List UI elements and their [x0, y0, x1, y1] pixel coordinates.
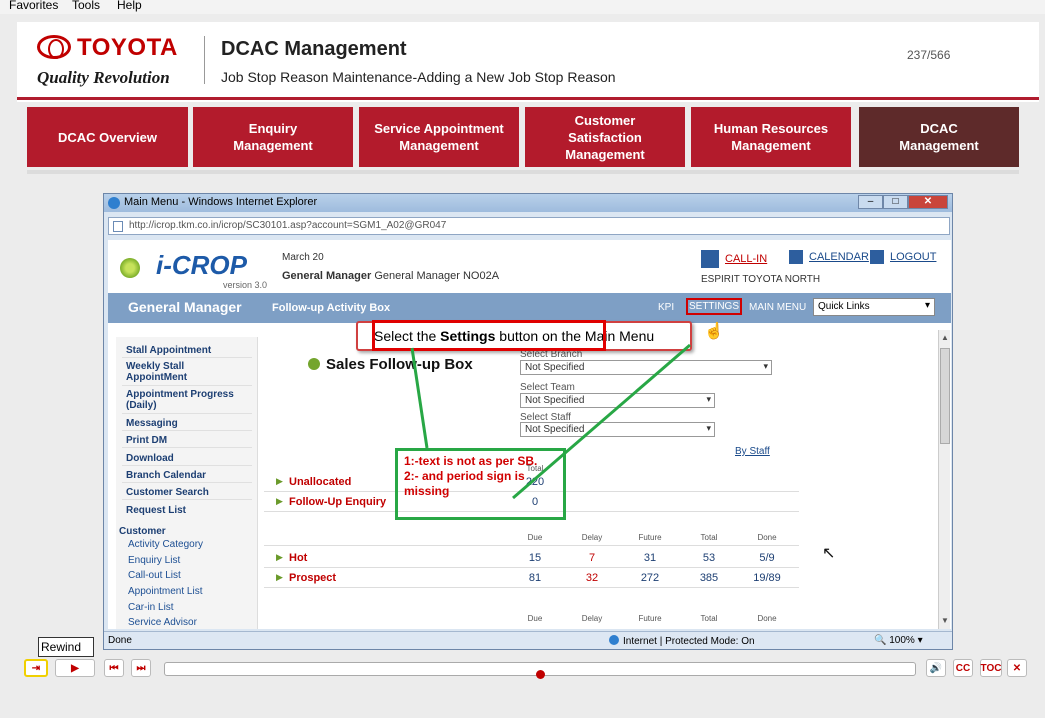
next-button[interactable]: ⏭	[131, 659, 151, 677]
pointer-cursor-icon: ↖	[822, 545, 836, 562]
skip-back-icon: ⏮	[109, 662, 119, 674]
skip-forward-icon: ⏭	[136, 662, 146, 674]
player-controls: ⇥ ▶ ⏮ ⏭ 🔊 CC TOC ✕	[17, 652, 1039, 686]
annotation-line	[410, 347, 429, 449]
previous-button[interactable]: ⏮	[104, 659, 124, 677]
play-icon: ▶	[71, 662, 79, 674]
exit-icon: ⇥	[31, 662, 41, 674]
hand-cursor-icon: ☝	[704, 323, 724, 340]
rewind-tooltip: Rewind	[38, 637, 94, 657]
exit-button[interactable]: ⇥	[24, 659, 48, 677]
captions-button[interactable]: CC	[953, 659, 973, 677]
play-button[interactable]: ▶	[55, 659, 95, 677]
volume-icon: 🔊	[929, 662, 943, 674]
close-button[interactable]: ✕	[1007, 659, 1027, 677]
toc-button[interactable]: TOC	[980, 659, 1002, 677]
volume-button[interactable]: 🔊	[926, 659, 946, 677]
playhead[interactable]	[536, 670, 545, 679]
annotation-lines	[410, 343, 691, 500]
review-comment: 1:-text is not as per SB. 2:- and period…	[404, 454, 538, 498]
